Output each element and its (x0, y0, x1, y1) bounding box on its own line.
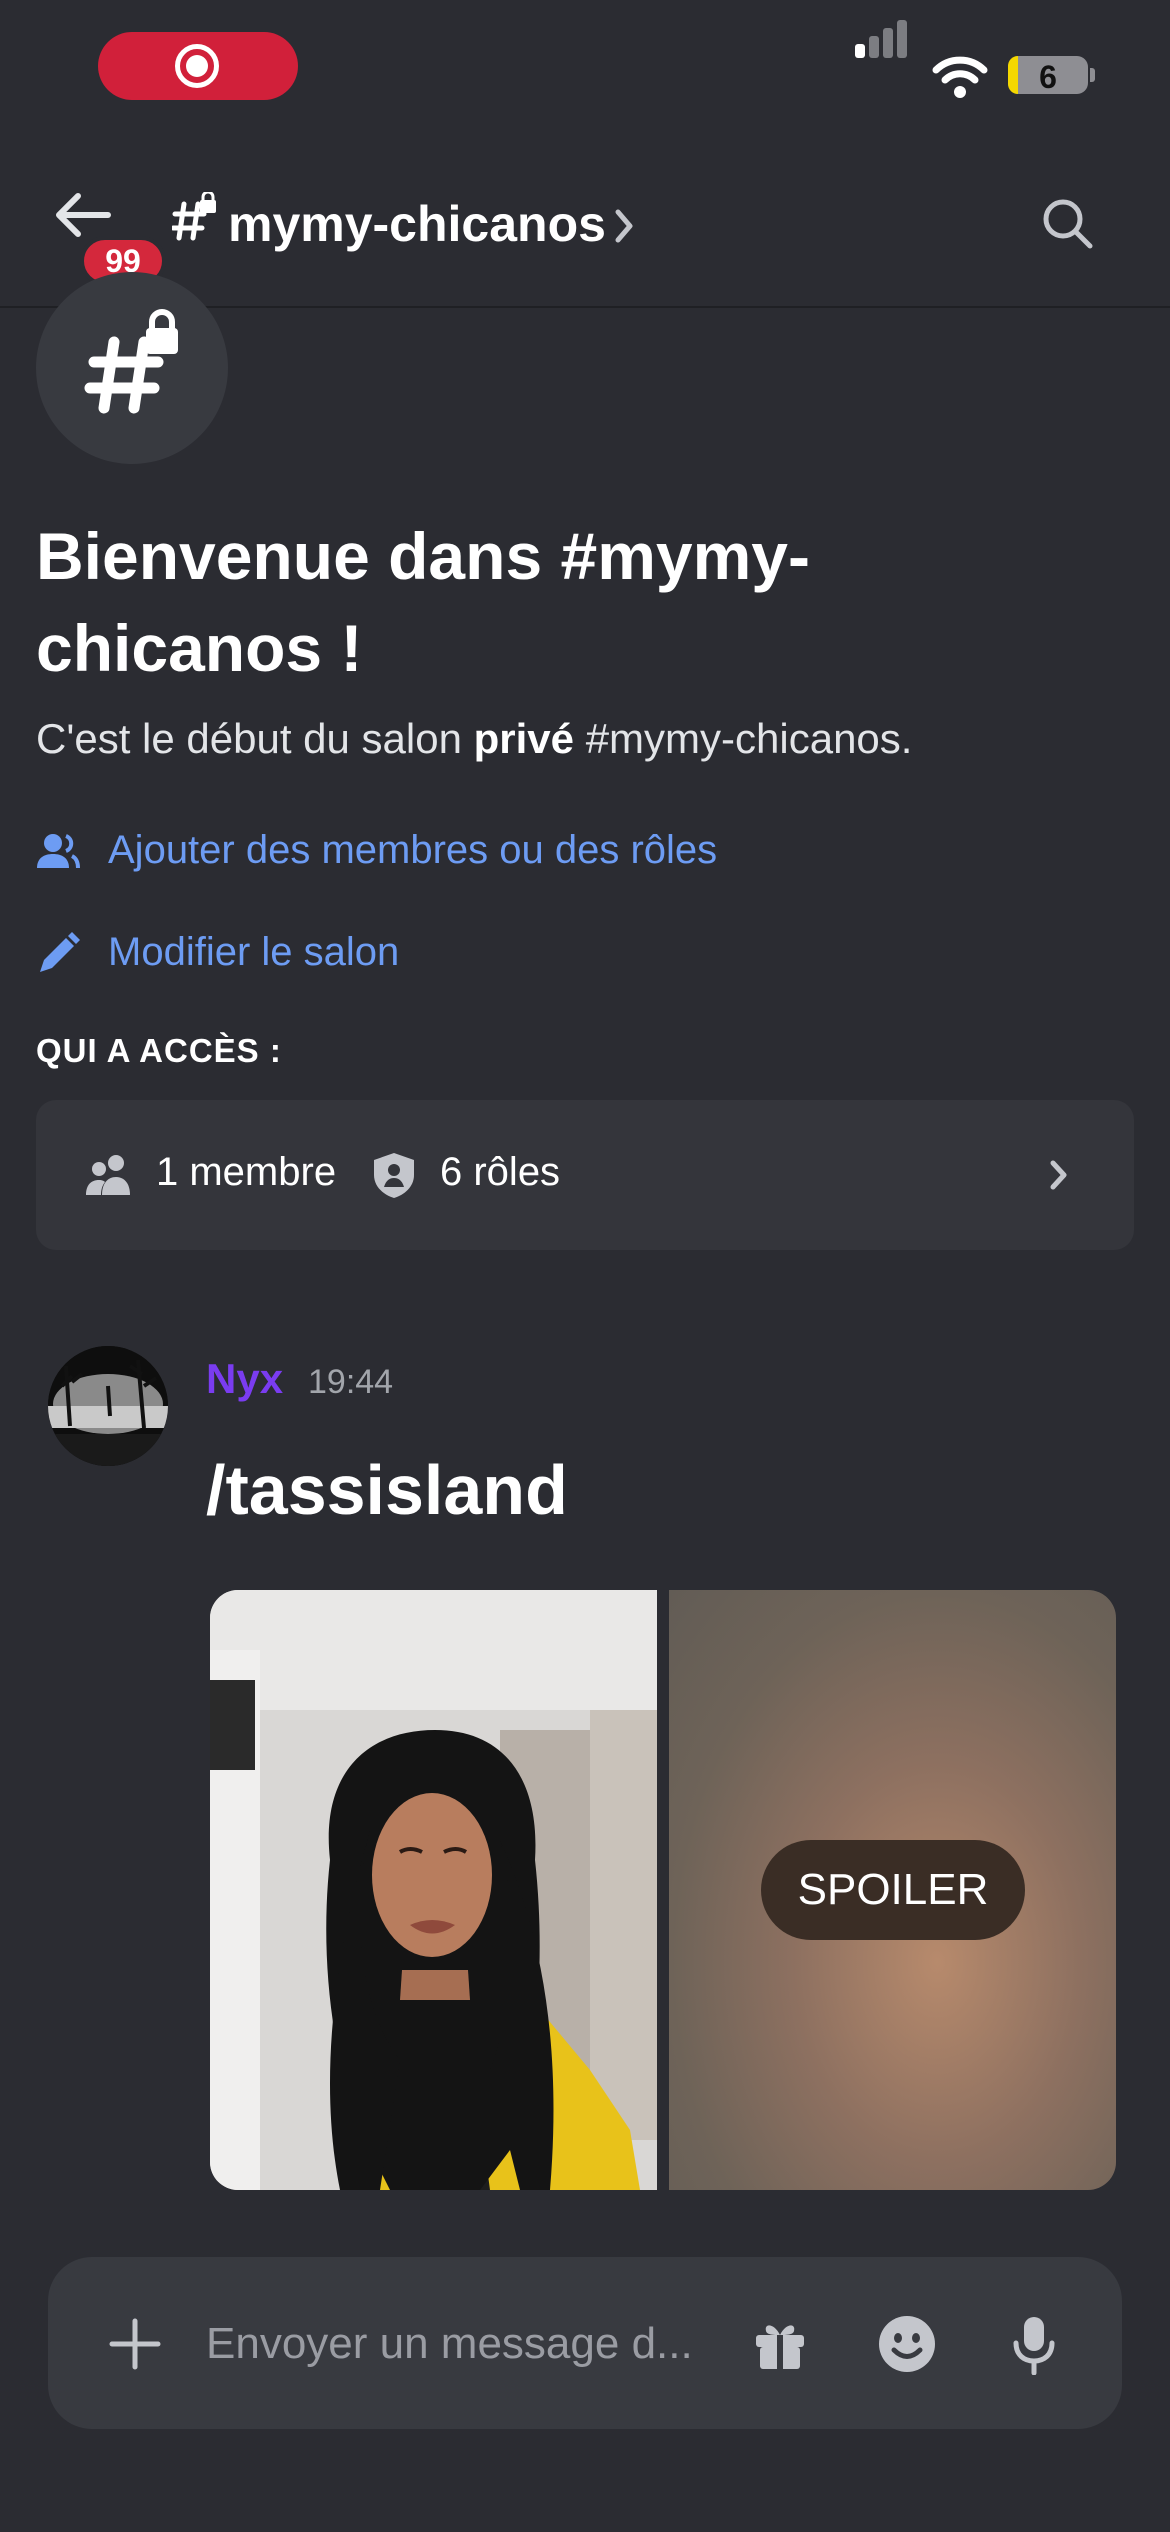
edit-channel-label: Modifier le salon (108, 930, 400, 974)
channel-title[interactable]: mymy-chicanos (228, 195, 606, 253)
back-arrow-icon[interactable] (52, 190, 112, 240)
battery-level: 6 (1039, 59, 1057, 95)
spoiler-label[interactable]: SPOILER (761, 1840, 1025, 1940)
message-text: /tassisland (206, 1451, 568, 1529)
access-card[interactable]: 1 membre 6 rôles (36, 1100, 1134, 1250)
private-label: privé (473, 715, 575, 762)
message-input[interactable] (204, 2307, 768, 2381)
microphone-icon[interactable] (1012, 2315, 1056, 2375)
wifi-icon (932, 56, 988, 98)
pencil-icon (40, 932, 80, 972)
welcome-title: Bienvenue dans #mymy-chicanos ! (36, 519, 810, 685)
image-attachment[interactable] (210, 1590, 657, 2190)
locked-hash-large-icon (84, 309, 178, 414)
avatar-image (48, 1346, 168, 1466)
shield-icon (374, 1153, 414, 1198)
message-author[interactable]: Nyx (206, 1355, 283, 1403)
search-icon[interactable] (1040, 196, 1096, 252)
message-timestamp: 19:44 (308, 1363, 394, 1401)
access-heading: QUI A ACCÈS : (36, 1032, 282, 1069)
channel-icon (36, 272, 228, 464)
gift-icon[interactable] (754, 2319, 806, 2371)
battery-indicator: 6 (1008, 56, 1088, 95)
locked-hash-icon (172, 192, 216, 241)
avatar[interactable] (48, 1346, 168, 1466)
plus-icon[interactable] (108, 2317, 162, 2371)
emoji-icon[interactable] (878, 2315, 936, 2373)
add-members-label: Ajouter des membres ou des rôles (108, 828, 718, 872)
members-icon (86, 1155, 130, 1195)
add-member-icon (37, 834, 80, 869)
chevron-right-icon (1050, 1160, 1067, 1190)
battery-cap (1090, 68, 1095, 82)
attachment-photo (210, 1590, 657, 2190)
record-dot-icon (186, 55, 208, 77)
members-count: 1 membre (156, 1150, 337, 1194)
chevron-right-icon[interactable] (614, 206, 636, 246)
message-composer (48, 2257, 1122, 2429)
welcome-subtitle: C'est le début du salon privé #mymy-chic… (36, 715, 913, 762)
roles-count: 6 rôles (440, 1150, 561, 1194)
recording-indicator[interactable] (98, 32, 298, 100)
